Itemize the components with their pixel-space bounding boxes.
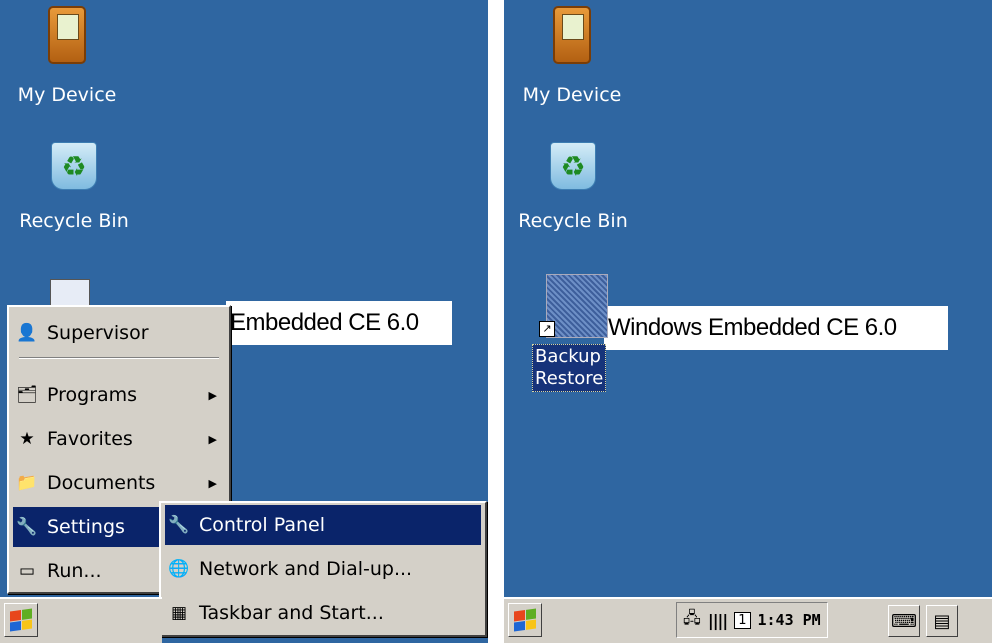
recycle-bin-shortcut[interactable]: ♻ Recycle Bin — [0, 142, 149, 232]
recycle-bin-icon: ♻ — [51, 142, 97, 190]
menu-item-supervisor[interactable]: 👤 Supervisor — [13, 313, 225, 353]
backup-restore-icon: ↗ — [539, 274, 608, 338]
menu-item-control-panel[interactable]: 🔧 Control Panel — [165, 505, 481, 545]
menu-item-label: Control Panel — [199, 514, 325, 536]
recycle-bin-label: Recycle Bin — [518, 210, 628, 232]
recycle-bin-label: Recycle Bin — [19, 210, 129, 232]
menu-item-label: Run... — [47, 560, 102, 582]
settings-icon: 🔧 — [16, 517, 38, 537]
system-tray: 🖧 |||| 1 1:43 PM — [676, 602, 828, 638]
backup-restore-label: Backup Restore — [532, 344, 607, 392]
windows-logo-icon — [514, 608, 536, 632]
documents-icon: 📁 — [16, 473, 38, 493]
menu-item-favorites[interactable]: ★ Favorites ▶ — [13, 419, 225, 459]
ce-banner: Embedded CE 6.0 — [226, 301, 452, 345]
right-screen: My Device ♻ Recycle Bin Windows Embedded… — [504, 0, 992, 643]
network-status-icon[interactable]: 🖧 — [683, 607, 701, 634]
menu-item-documents[interactable]: 📁 Documents ▶ — [13, 463, 225, 503]
backup-label-line1: Backup — [535, 346, 601, 367]
control-panel-icon: 🔧 — [168, 515, 190, 535]
left-screen: My Device ♻ Recycle Bin Embedded CE 6.0 … — [0, 0, 488, 643]
taskbar — [0, 597, 162, 643]
desktop-switch-icon[interactable]: ▤ — [926, 605, 958, 637]
keyboard-icon[interactable]: ⌨ — [888, 605, 920, 637]
menu-item-programs[interactable]: 🗂 Programs ▶ — [13, 375, 225, 415]
menu-item-label: Supervisor — [47, 322, 149, 344]
menu-item-network[interactable]: 🌐 Network and Dial-up... — [165, 549, 481, 589]
menu-item-label: Taskbar and Start... — [199, 602, 384, 624]
pda-icon — [553, 6, 591, 64]
favorites-icon: ★ — [19, 429, 35, 449]
menu-item-label: Documents — [47, 472, 156, 494]
programs-icon: 🗂 — [16, 385, 38, 405]
shortcut-arrow-icon: ↗ — [539, 321, 555, 337]
run-icon: ▭ — [18, 561, 36, 581]
barcode-icon[interactable]: |||| — [708, 611, 728, 630]
menu-separator — [19, 357, 219, 359]
supervisor-icon: 👤 — [16, 323, 38, 343]
ce-banner: Windows Embedded CE 6.0 — [604, 306, 948, 350]
menu-item-label: Favorites — [47, 428, 133, 450]
menu-item-label: Settings — [47, 516, 125, 538]
menu-item-label: Network and Dial-up... — [199, 558, 413, 580]
backup-label-line2: Restore — [535, 368, 604, 389]
taskbar: 🖧 |||| 1 1:43 PM ⌨ ▤ — [504, 597, 992, 643]
pda-icon — [48, 6, 86, 64]
submenu-arrow-icon: ▶ — [208, 388, 217, 402]
settings-submenu: 🔧 Control Panel 🌐 Network and Dial-up...… — [159, 501, 487, 637]
windows-logo-icon — [10, 608, 32, 632]
clock[interactable]: 1:43 PM — [758, 611, 821, 629]
my-device-label: My Device — [522, 84, 622, 106]
submenu-arrow-icon: ▶ — [208, 476, 217, 490]
my-device-shortcut[interactable]: My Device — [504, 6, 647, 106]
start-button[interactable] — [4, 603, 38, 637]
taskbar-icon: ▦ — [170, 603, 188, 623]
recycle-bin-icon: ♻ — [550, 142, 596, 190]
menu-item-taskbar[interactable]: ▦ Taskbar and Start... — [165, 593, 481, 633]
my-device-label: My Device — [17, 84, 117, 106]
backup-restore-shortcut[interactable]: ↗ Backup Restore — [532, 274, 608, 392]
start-button[interactable] — [508, 603, 542, 637]
network-icon: 🌐 — [168, 559, 190, 579]
input-mode-indicator[interactable]: 1 — [734, 611, 751, 629]
my-device-shortcut[interactable]: My Device — [0, 6, 142, 106]
recycle-bin-shortcut[interactable]: ♻ Recycle Bin — [504, 142, 648, 232]
menu-item-label: Programs — [47, 384, 138, 406]
submenu-arrow-icon: ▶ — [208, 432, 217, 446]
